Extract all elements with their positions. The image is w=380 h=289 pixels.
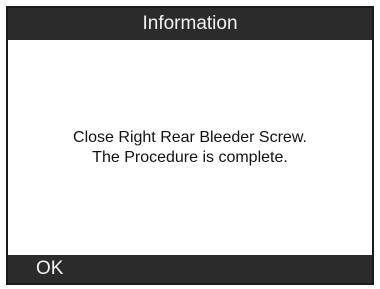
dialog-message: Close Right Rear Bleeder Screw. The Proc…: [8, 40, 372, 255]
message-line-1: Close Right Rear Bleeder Screw.: [73, 128, 307, 146]
soft-key-bar: OK: [8, 255, 372, 283]
dialog-title-bar: Information: [8, 8, 372, 40]
info-dialog: Information Close Right Rear Bleeder Scr…: [6, 6, 374, 285]
dialog-title: Information: [142, 13, 238, 34]
message-line-2: The Procedure is complete.: [92, 148, 288, 166]
ok-button[interactable]: OK: [30, 255, 69, 283]
